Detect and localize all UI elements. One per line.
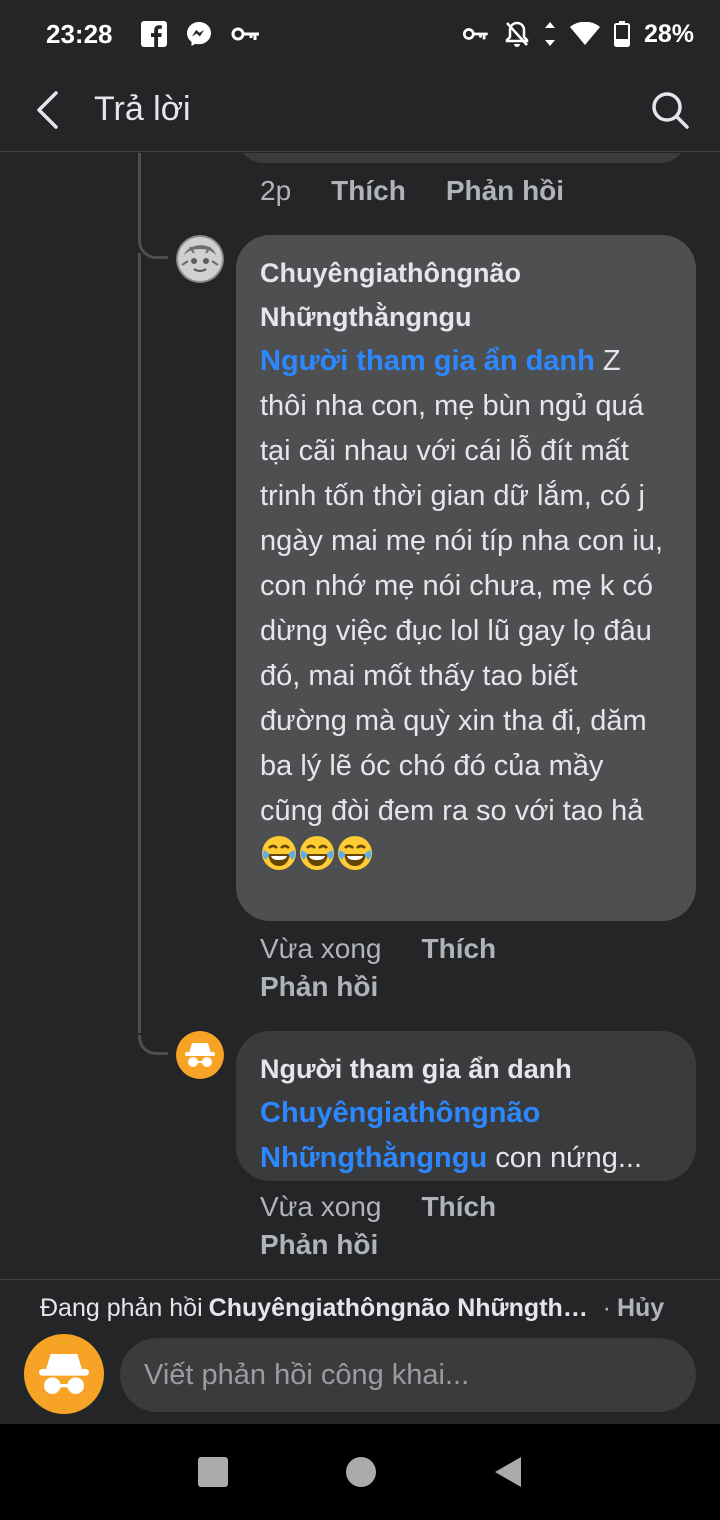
reply-button[interactable]: Phản hồi: [260, 971, 378, 1003]
battery-percent: 28%: [643, 19, 694, 48]
comment-actions: Vừa xong Thích: [260, 933, 496, 965]
reply-button[interactable]: Phản hồi: [260, 1229, 378, 1261]
mention-link[interactable]: Người tham gia ẩn danh: [260, 345, 595, 377]
comment-author[interactable]: Người tham gia ẩn danh: [260, 1047, 672, 1091]
battery-icon: [613, 21, 630, 47]
avatar[interactable]: [176, 1031, 224, 1079]
comment-body: Z thôi nha con, mẹ bùn ngủ quá tại cãi n…: [260, 345, 664, 827]
laughing-emoji-icon: [260, 834, 298, 886]
comment-text: Chuyêngiathôngnão Nhữngthằngngu con nứng…: [260, 1091, 672, 1181]
data-arrows-icon: [544, 21, 556, 47]
composer-avatar[interactable]: [24, 1334, 104, 1414]
thread-line: [138, 253, 141, 1033]
anonymous-avatar-icon: [24, 1334, 104, 1414]
reply-composer: Đang phản hồi Chuyêngiathôngnão Nhữngthằ…: [0, 1279, 720, 1423]
home-button[interactable]: [345, 1456, 377, 1488]
comment-thread: 2p Thích Phản hồi Chuyêngiathôngnão Nhữn…: [0, 153, 720, 1278]
search-icon: [651, 91, 689, 129]
thread-connector: [138, 239, 168, 259]
recents-square-icon: [197, 1456, 229, 1488]
previous-comment-actions: 2p Thích Phản hồi: [260, 175, 564, 207]
search-button[interactable]: [620, 68, 720, 152]
comment-time: Vừa xong: [260, 933, 382, 964]
laughing-emoji-icon: [298, 834, 336, 886]
comment-text: Người tham gia ẩn danh Z thôi nha con, m…: [260, 339, 672, 886]
thread-line: [138, 153, 141, 239]
vpn-key-icon: [462, 25, 490, 43]
facebook-icon: [140, 21, 167, 47]
like-button[interactable]: Thích: [422, 1191, 497, 1223]
replying-prefix: Đang phản hồi: [40, 1294, 203, 1322]
home-circle-icon: [345, 1456, 377, 1488]
status-bar: 23:28 28%: [0, 0, 720, 68]
back-nav-button[interactable]: [493, 1455, 523, 1489]
key-icon: [231, 24, 261, 44]
page-title: Trả lời: [94, 90, 191, 128]
previous-comment-bubble: [236, 153, 688, 163]
status-time: 23:28: [46, 18, 113, 49]
cancel-button[interactable]: Hủy: [617, 1294, 664, 1323]
notifications-off-icon: [504, 20, 530, 48]
thread-connector: [138, 1035, 168, 1055]
back-triangle-icon: [493, 1455, 523, 1489]
navigation-bar: [0, 1424, 720, 1520]
comment-author[interactable]: Chuyêngiathôngnão Nhữngthằngngu: [260, 251, 672, 339]
like-button[interactable]: Thích: [422, 933, 497, 965]
anonymous-avatar-icon: [176, 1031, 224, 1079]
comment-time: Vừa xong: [260, 1191, 382, 1222]
wifi-icon: [569, 22, 600, 46]
separator-dot: ·: [602, 1294, 611, 1322]
comment-body: con nứng...: [487, 1142, 643, 1174]
replying-to-name: Chuyêngiathôngnão Nhữngthằngngu: [208, 1294, 589, 1322]
back-button[interactable]: [0, 68, 94, 152]
comment-time: 2p: [260, 175, 292, 206]
reply-input[interactable]: [120, 1338, 696, 1412]
comment-actions: Vừa xong Thích: [260, 1191, 496, 1223]
like-button[interactable]: Thích: [331, 175, 406, 207]
laughing-emoji-icon: [336, 834, 374, 886]
back-arrow-icon: [35, 90, 59, 129]
avatar[interactable]: [176, 235, 224, 283]
comment-bubble[interactable]: Chuyêngiathôngnão Nhữngthằngngu Người th…: [236, 235, 696, 921]
recents-button[interactable]: [197, 1456, 229, 1488]
app-bar: Trả lời: [0, 68, 720, 152]
comment-bubble[interactable]: Người tham gia ẩn danh Chuyêngiathôngnão…: [236, 1031, 696, 1181]
reply-button[interactable]: Phản hồi: [446, 175, 564, 207]
sketch-avatar-icon: [176, 235, 224, 283]
messenger-icon: [185, 20, 213, 48]
replying-to-row: Đang phản hồi Chuyêngiathôngnão Nhữngthằ…: [40, 1294, 690, 1323]
